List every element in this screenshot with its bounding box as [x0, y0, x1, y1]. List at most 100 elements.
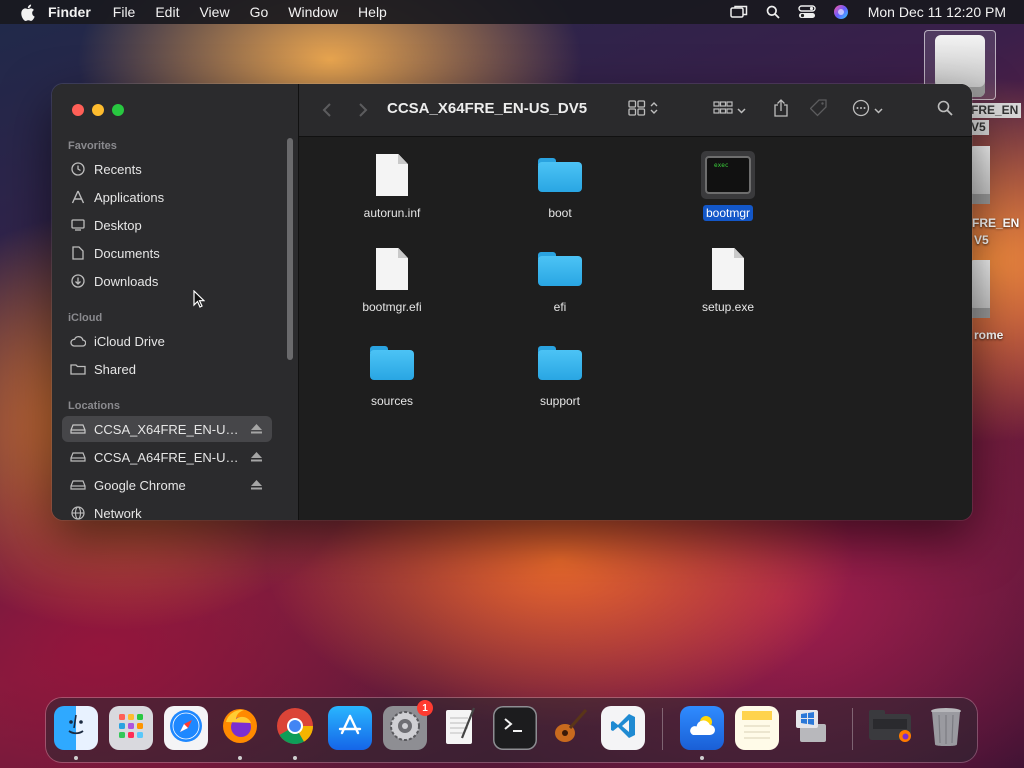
view-mode-button[interactable] — [623, 98, 663, 122]
dock-trash[interactable] — [924, 706, 968, 750]
desktop-disk-2-label: FRE_EN — [972, 216, 1020, 230]
dock-chrome[interactable] — [273, 706, 317, 750]
dock-notes[interactable] — [735, 706, 779, 750]
file-item-autorun[interactable]: autorun.inf — [332, 151, 452, 222]
sidebar-heading-locations: Locations — [68, 400, 120, 412]
drive-icon — [70, 449, 86, 465]
file-name: sources — [370, 394, 414, 408]
back-button[interactable] — [317, 98, 337, 122]
menu-clock[interactable]: Mon Dec 11 12:20 PM — [868, 4, 1006, 20]
sidebar-item-documents[interactable]: Documents — [62, 240, 272, 266]
file-name: efi — [553, 300, 567, 314]
file-item-sources[interactable]: sources — [332, 339, 452, 410]
dock-finder[interactable] — [54, 706, 98, 750]
textedit-icon — [442, 706, 478, 751]
file-item-bootmgr-efi[interactable]: bootmgr.efi — [332, 245, 452, 316]
dock-system-settings[interactable]: 1 — [383, 700, 433, 750]
file-item-support[interactable]: support — [500, 339, 620, 410]
menu-window[interactable]: Window — [288, 4, 338, 20]
share-button[interactable] — [769, 98, 793, 122]
sidebar-item-shared[interactable]: Shared — [62, 356, 272, 382]
sidebar-item-icloud-drive[interactable]: iCloud Drive — [62, 328, 272, 354]
clock-icon — [70, 161, 86, 177]
sidebar-item-desktop[interactable]: Desktop — [62, 212, 272, 238]
sidebar-item-label: CCSA_X64FRE_EN-US_DV5 — [94, 421, 246, 437]
file-item-setup-exe[interactable]: setup.exe — [668, 245, 788, 316]
notification-badge: 1 — [417, 700, 433, 716]
apple-menu-icon[interactable] — [18, 3, 36, 21]
control-center-icon[interactable] — [798, 4, 816, 20]
eject-icon[interactable] — [250, 423, 262, 435]
display-icon[interactable] — [729, 4, 748, 20]
menu-go[interactable]: Go — [250, 4, 269, 20]
tag-button[interactable] — [807, 98, 831, 122]
group-button[interactable] — [709, 98, 749, 122]
dock-weather[interactable] — [680, 706, 724, 750]
gear-icon — [388, 709, 422, 748]
sidebar: Favorites Recents Applications Desktop D… — [52, 84, 299, 520]
safari-compass-icon — [168, 708, 204, 749]
sidebar-item-applications[interactable]: Applications — [62, 184, 272, 210]
chrome-icon — [275, 706, 315, 751]
dock-app-store[interactable] — [328, 706, 372, 750]
sidebar-item-recents[interactable]: Recents — [62, 156, 272, 182]
sidebar-item-label: CCSA_A64FRE_EN-US_DV5 — [94, 449, 246, 465]
dock-safari[interactable] — [164, 706, 208, 750]
cloud-icon — [70, 333, 86, 349]
dock-terminal[interactable] — [493, 706, 537, 750]
file-name: boot — [548, 206, 572, 220]
dock: 1 — [46, 698, 977, 762]
boot-camp-icon — [792, 706, 832, 751]
file-item-bootmgr[interactable]: exec bootmgr — [668, 151, 788, 222]
sidebar-scrollbar[interactable] — [287, 138, 293, 360]
download-icon — [70, 273, 86, 289]
dock-garageband[interactable] — [548, 706, 592, 750]
tag-icon — [809, 98, 828, 122]
sidebar-item-ccsa-x64[interactable]: CCSA_X64FRE_EN-US_DV5 — [62, 416, 272, 442]
sidebar-item-network[interactable]: Network — [62, 500, 272, 520]
dock-textedit[interactable] — [438, 706, 482, 750]
dock-firefox[interactable] — [218, 706, 262, 750]
dock-vscode[interactable] — [601, 706, 645, 750]
dock-boot-camp[interactable] — [790, 706, 834, 750]
minimize-button[interactable] — [92, 104, 104, 116]
chevron-down-icon — [736, 101, 746, 119]
file-item-efi[interactable]: efi — [500, 245, 620, 316]
file-name: autorun.inf — [363, 206, 421, 220]
window-title: CCSA_X64FRE_EN-US_DV5 — [387, 100, 588, 117]
menu-help[interactable]: Help — [358, 4, 387, 20]
dock-launchpad[interactable] — [109, 706, 153, 750]
siri-icon[interactable] — [832, 4, 850, 20]
eject-icon[interactable] — [250, 451, 262, 463]
menu-file[interactable]: File — [113, 4, 136, 20]
file-name: setup.exe — [701, 300, 755, 314]
dock-downloads-stack[interactable] — [868, 706, 912, 750]
forward-button[interactable] — [353, 98, 373, 122]
maximize-button[interactable] — [112, 104, 124, 116]
exec-icon: exec — [701, 151, 755, 199]
eject-icon[interactable] — [250, 479, 262, 491]
app-name[interactable]: Finder — [48, 4, 91, 20]
document-icon — [701, 245, 755, 293]
folder-icon — [533, 151, 587, 199]
menu-view[interactable]: View — [199, 4, 229, 20]
sidebar-item-google-chrome[interactable]: Google Chrome — [62, 472, 272, 498]
menu-edit[interactable]: Edit — [155, 4, 179, 20]
chevron-down-icon — [873, 101, 883, 119]
sidebar-item-label: iCloud Drive — [94, 333, 165, 349]
search-button[interactable] — [933, 98, 957, 122]
action-button[interactable] — [847, 98, 887, 122]
search-icon[interactable] — [764, 4, 782, 20]
sidebar-item-label: Recents — [94, 161, 142, 177]
ellipsis-circle-icon — [852, 99, 870, 122]
sidebar-item-downloads[interactable]: Downloads — [62, 268, 272, 294]
sidebar-item-ccsa-a64[interactable]: CCSA_A64FRE_EN-US_DV5 — [62, 444, 272, 470]
sidebar-item-label: Desktop — [94, 217, 142, 233]
sidebar-item-label: Network — [94, 505, 142, 521]
file-item-boot[interactable]: boot — [500, 151, 620, 222]
desktop-disk-2-label-2: V5 — [974, 233, 989, 247]
close-button[interactable] — [72, 104, 84, 116]
globe-icon — [70, 505, 86, 520]
document-icon — [365, 151, 419, 199]
document-icon — [365, 245, 419, 293]
